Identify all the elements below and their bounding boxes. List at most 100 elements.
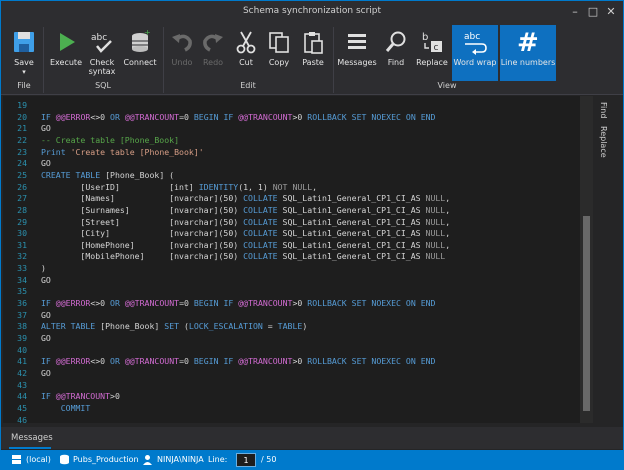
copy-button[interactable]: Copy (264, 25, 294, 81)
line-number: 41 (17, 356, 27, 367)
user-icon (143, 455, 152, 465)
line-number: 31 (17, 239, 27, 250)
line-number: 43 (17, 379, 27, 390)
replace-label: Replace (416, 58, 448, 67)
line-number: 21 (17, 123, 27, 134)
check-syntax-label-2: syntax (88, 67, 116, 76)
line-number: 27 (17, 193, 27, 204)
svg-text:#: # (517, 29, 539, 55)
ribbon-separator (163, 27, 164, 93)
line-numbers-label: Line numbers (500, 58, 556, 67)
status-bar: (local) Pubs_Production NINJA\NINJA Line… (1, 450, 623, 470)
ribbon-separator (43, 27, 44, 93)
line-number: 38 (17, 321, 27, 332)
line-number: 19 (17, 100, 27, 110)
code-text: [UserID] [int] IDENTITY(1, 1) NOT NULL, (41, 181, 318, 192)
execute-label: Execute (50, 58, 82, 67)
line-number: 46 (17, 414, 27, 423)
play-icon (60, 33, 75, 51)
cut-button[interactable]: Cut (231, 25, 261, 81)
svg-text:c: c (434, 43, 439, 53)
redo-button[interactable]: Redo (198, 25, 228, 81)
word-wrap-label: Word wrap (453, 58, 497, 67)
line-number: 20 (17, 111, 27, 122)
line-number: 28 (17, 204, 27, 215)
server-icon (12, 455, 21, 464)
database-icon (60, 454, 69, 465)
undo-icon (172, 34, 192, 52)
side-panel: Find Replace (595, 96, 623, 423)
line-number-input[interactable] (236, 453, 256, 467)
check-syntax-button[interactable]: abc Check syntax (85, 25, 119, 81)
group-sql: SQL (95, 81, 111, 90)
messages-icon (348, 34, 366, 49)
scissors-icon (236, 31, 256, 54)
messages-button[interactable]: Messages (337, 25, 377, 81)
code-text: ) (41, 263, 46, 274)
title-bar: Schema synchronization script – □ ✕ (1, 1, 623, 23)
find-tab[interactable]: Find (599, 102, 608, 118)
check-syntax-label-1: Check (89, 58, 115, 67)
paste-icon (304, 32, 323, 54)
line-number: 39 (17, 333, 27, 343)
vertical-scrollbar[interactable] (580, 96, 593, 423)
line-numbers-button[interactable]: # Line numbers (500, 25, 556, 81)
user-name: NINJA\NINJA (157, 455, 204, 464)
line-number: 35 (17, 286, 27, 297)
window-title: Schema synchronization script (242, 6, 382, 16)
find-label: Find (387, 58, 405, 67)
connect-button[interactable]: + Connect (121, 25, 159, 81)
code-text: IF @@TRANCOUNT>0 (41, 391, 120, 402)
save-button[interactable]: Save ▾ (7, 25, 41, 81)
word-wrap-icon: abc (464, 32, 487, 55)
redo-icon (203, 34, 223, 52)
close-icon[interactable]: ✕ (603, 4, 619, 20)
line-label: Line: (208, 455, 228, 464)
messages-panel: Messages (1, 427, 623, 449)
replace-tab[interactable]: Replace (599, 126, 608, 158)
copy-icon (269, 32, 289, 53)
code-text: [HomePhone] [nvarchar](50) COLLATE SQL_L… (41, 239, 451, 250)
database-name: Pubs_Production (73, 455, 139, 464)
save-label: Save (14, 58, 34, 67)
search-icon (385, 31, 406, 52)
execute-button[interactable]: Execute (47, 25, 85, 81)
code-text: IF @@ERROR<>0 OR @@TRANCOUNT=0 BEGIN IF … (41, 298, 436, 309)
word-wrap-button[interactable]: abc Word wrap (452, 25, 498, 81)
undo-label: Undo (171, 58, 193, 67)
maximize-icon[interactable]: □ (585, 4, 601, 20)
messages-tab-underline (9, 447, 51, 449)
line-number: 40 (17, 344, 27, 355)
paste-label: Paste (302, 58, 324, 67)
code-text: [MobilePhone] [nvarchar](50) COLLATE SQL… (41, 251, 446, 262)
line-number: 26 (17, 181, 27, 192)
code-text: [Surnames] [nvarchar](50) COLLATE SQL_La… (41, 204, 451, 215)
messages-tab[interactable]: Messages (11, 433, 53, 443)
minimize-icon[interactable]: – (567, 4, 583, 20)
code-text: Print 'Create table [Phone_Book]' (41, 146, 204, 157)
group-file: File (17, 81, 31, 90)
line-number: 32 (17, 251, 27, 262)
code-editor[interactable]: 19 20 IF @@ERROR<>0 OR @@TRANCOUNT=0 BEGIN… (3, 96, 580, 423)
undo-button[interactable]: Undo (167, 25, 197, 81)
code-text: GO (41, 333, 51, 343)
paste-button[interactable]: Paste (298, 25, 328, 81)
line-number: 42 (17, 367, 27, 378)
code-text: IF @@ERROR<>0 OR @@TRANCOUNT=0 BEGIN IF … (41, 356, 436, 367)
line-number: 37 (17, 309, 27, 320)
code-text: [City] [nvarchar](50) COLLATE SQL_Latin1… (41, 228, 451, 239)
check-syntax-icon: abc (91, 33, 112, 53)
line-number: 45 (17, 402, 27, 413)
code-text: GO (41, 367, 51, 378)
redo-label: Redo (202, 58, 224, 67)
find-button[interactable]: Find (381, 25, 411, 81)
code-text: IF @@ERROR<>0 OR @@TRANCOUNT=0 BEGIN IF … (41, 111, 436, 122)
code-text: [Names] [nvarchar](50) COLLATE SQL_Latin… (41, 193, 451, 204)
replace-button[interactable]: bc Replace (414, 25, 450, 81)
replace-icon: bc (422, 32, 442, 53)
svg-text:+: + (144, 29, 151, 37)
code-text: CREATE TABLE [Phone_Book] ( (41, 169, 175, 180)
code-text: COMMIT (60, 402, 91, 413)
group-edit: Edit (240, 81, 256, 90)
scrollbar-thumb[interactable] (583, 216, 590, 411)
